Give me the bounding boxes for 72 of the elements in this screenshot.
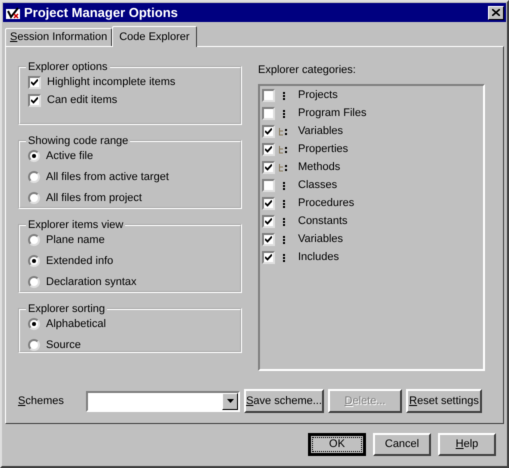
check-icon <box>31 78 38 86</box>
category-label: Procedures <box>298 196 354 212</box>
checkbox[interactable] <box>262 89 275 102</box>
tree-icon <box>278 126 290 136</box>
checkbox[interactable] <box>28 94 41 106</box>
radio-button[interactable] <box>28 318 40 330</box>
group-title: Explorer items view <box>27 218 124 233</box>
option-label: Alphabetical <box>46 316 106 332</box>
checkbox[interactable] <box>262 215 275 228</box>
checkbox[interactable] <box>262 233 275 246</box>
checkbox[interactable] <box>262 107 275 120</box>
category-label: Variables <box>298 232 344 248</box>
category-label: Variables <box>298 124 344 140</box>
check-icon <box>31 96 38 104</box>
check-icon <box>265 236 272 243</box>
category-label: Classes <box>298 178 338 194</box>
radio-button[interactable] <box>28 171 40 183</box>
group-title: Explorer options <box>27 60 108 75</box>
tab[interactable]: Code Explorer <box>112 26 197 47</box>
tree-icon <box>278 144 290 154</box>
option-label: Can edit items <box>47 92 118 108</box>
dropdown-arrow-icon <box>226 399 234 403</box>
option-label: Source <box>46 338 81 353</box>
option-label: Highlight incomplete items <box>47 74 176 90</box>
tab[interactable]: Session Information <box>5 28 112 46</box>
dropdown-button[interactable] <box>222 392 238 410</box>
checkbox[interactable] <box>262 143 275 156</box>
check-icon <box>265 218 272 225</box>
checkbox[interactable] <box>262 179 275 192</box>
option-label: All files from project <box>46 190 142 206</box>
category-label: Projects <box>298 88 338 104</box>
radio-button[interactable] <box>28 255 40 267</box>
close-button[interactable] <box>488 6 504 20</box>
check-icon <box>265 146 272 153</box>
category-label: Constants <box>298 214 348 230</box>
schemes-label: Schemes <box>18 394 65 409</box>
option-label: All files from active target <box>46 170 169 185</box>
check-icon <box>265 128 272 135</box>
checkbox[interactable] <box>262 161 275 174</box>
app-icon <box>5 6 21 20</box>
scheme-button[interactable]: Save scheme... <box>244 389 324 413</box>
option-label: Plane name <box>46 232 105 248</box>
checkbox[interactable] <box>262 197 275 210</box>
group-title: Showing code range <box>27 134 130 149</box>
close-icon <box>492 9 500 16</box>
category-label: Methods <box>298 160 340 176</box>
tree-icon <box>278 162 290 172</box>
schemes-combo[interactable] <box>86 390 240 412</box>
group-title: Explorer sorting <box>27 302 106 317</box>
check-icon <box>265 164 272 171</box>
checkbox[interactable] <box>28 76 41 88</box>
option-label: Active file <box>46 148 94 164</box>
option-label: Declaration syntax <box>46 274 136 290</box>
categories-label: Explorer categories: <box>258 63 357 78</box>
radio-button[interactable] <box>28 192 40 204</box>
check-icon <box>265 200 272 207</box>
category-label: Properties <box>298 142 348 158</box>
dialog-button[interactable]: OK <box>308 433 366 456</box>
dialog-button[interactable]: Help <box>438 433 496 456</box>
category-label: Program Files <box>298 106 366 122</box>
window-title: Project Manager Options <box>24 4 179 22</box>
checkbox[interactable] <box>262 125 275 138</box>
radio-button[interactable] <box>28 234 40 246</box>
check-icon <box>265 254 272 261</box>
category-label: Includes <box>298 250 339 266</box>
radio-button[interactable] <box>28 150 40 162</box>
radio-button[interactable] <box>28 276 40 288</box>
radio-button[interactable] <box>28 339 40 351</box>
checkbox[interactable] <box>262 251 275 264</box>
dialog-button[interactable]: Cancel <box>373 433 431 456</box>
option-label: Extended info <box>46 254 114 269</box>
scheme-button[interactable]: Reset settings <box>406 389 482 413</box>
